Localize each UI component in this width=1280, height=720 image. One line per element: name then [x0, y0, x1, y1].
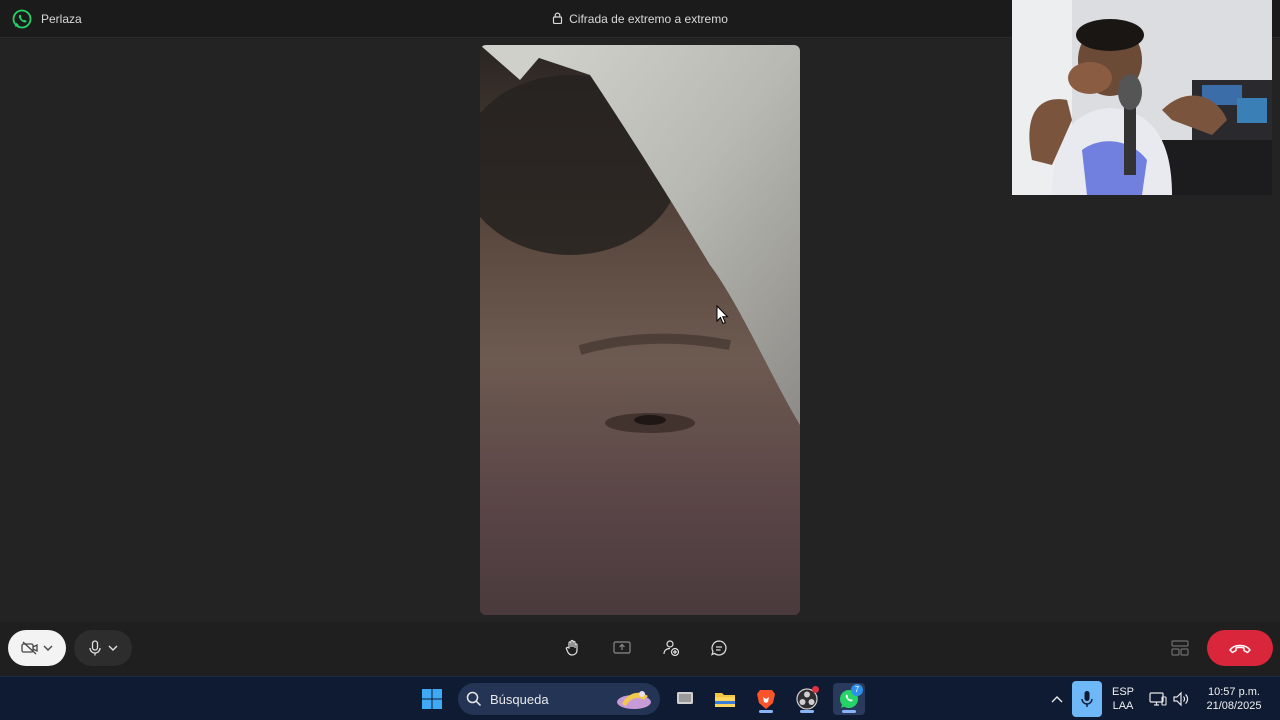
- task-view-button[interactable]: [669, 683, 701, 715]
- language-code: ESP: [1111, 686, 1134, 698]
- end-call-button[interactable]: [1207, 630, 1273, 666]
- volume-icon[interactable]: [1172, 691, 1190, 707]
- add-participant-button[interactable]: [660, 637, 682, 659]
- chevron-down-icon[interactable]: [108, 645, 118, 651]
- search-highlight-icon: [617, 691, 651, 709]
- layout-grid-icon[interactable]: [1170, 638, 1190, 658]
- start-button[interactable]: [416, 683, 448, 715]
- chat-button[interactable]: [708, 637, 730, 659]
- active-indicator: [800, 710, 814, 713]
- chat-icon: [711, 640, 727, 656]
- whatsapp-taskbar-button[interactable]: 7: [833, 683, 865, 715]
- encryption-label: Cifrada de extremo a extremo: [569, 12, 728, 26]
- chevron-down-icon[interactable]: [43, 645, 53, 651]
- self-view-video: [1012, 0, 1272, 195]
- mouse-cursor-icon: [716, 305, 729, 325]
- share-screen-icon: [613, 641, 631, 654]
- notification-badge: 7: [851, 684, 863, 696]
- self-view-frame: [1012, 0, 1272, 195]
- microphone-toggle-button[interactable]: [74, 630, 132, 666]
- clock-time: 10:57 p.m.: [1208, 686, 1260, 698]
- active-indicator: [759, 710, 773, 713]
- file-explorer-button[interactable]: [709, 683, 741, 715]
- folder-icon: [715, 693, 735, 707]
- task-view-icon: [677, 692, 693, 704]
- search-label: Búsqueda: [490, 692, 549, 707]
- lock-icon: [553, 12, 563, 24]
- remote-video-frame: [480, 45, 800, 615]
- clock-date: 21/08/2025: [1206, 700, 1262, 712]
- clock[interactable]: 10:57 p.m. 21/08/2025: [1200, 685, 1268, 713]
- keyboard-layout: LAA: [1112, 700, 1134, 712]
- obs-button[interactable]: [791, 683, 823, 715]
- chevron-up-icon[interactable]: [1051, 695, 1063, 703]
- brave-lion-icon: [757, 690, 775, 709]
- remote-video: [480, 45, 800, 615]
- microphone-icon: [1081, 691, 1093, 707]
- taskbar-search-box[interactable]: Búsqueda: [458, 683, 660, 715]
- language-indicator[interactable]: ESP LAA: [1108, 685, 1138, 713]
- mic-in-use-indicator[interactable]: [1072, 681, 1102, 717]
- network-icon[interactable]: [1149, 691, 1167, 707]
- call-controls-bar: [0, 622, 1280, 676]
- camera-off-icon: [21, 641, 38, 655]
- call-stage: [0, 0, 1280, 622]
- windows-taskbar: Búsqueda 7 ESP LAA 10:57 p.m. 21/08/2025: [0, 676, 1280, 720]
- end-call-icon: [1229, 644, 1251, 654]
- windows-logo-icon: [422, 689, 442, 709]
- raise-hand-icon: [565, 639, 578, 656]
- recording-indicator: [812, 686, 819, 693]
- camera-toggle-button[interactable]: [8, 630, 66, 666]
- microphone-icon: [89, 640, 101, 656]
- active-indicator: [842, 710, 856, 713]
- raise-hand-button[interactable]: [562, 637, 584, 659]
- brave-browser-button[interactable]: [750, 683, 782, 715]
- search-icon: [466, 691, 482, 707]
- share-screen-button[interactable]: [611, 637, 633, 659]
- add-participant-icon: [663, 640, 680, 657]
- whatsapp-call-window: Perlaza Cifrada de extremo a extremo: [0, 0, 1280, 676]
